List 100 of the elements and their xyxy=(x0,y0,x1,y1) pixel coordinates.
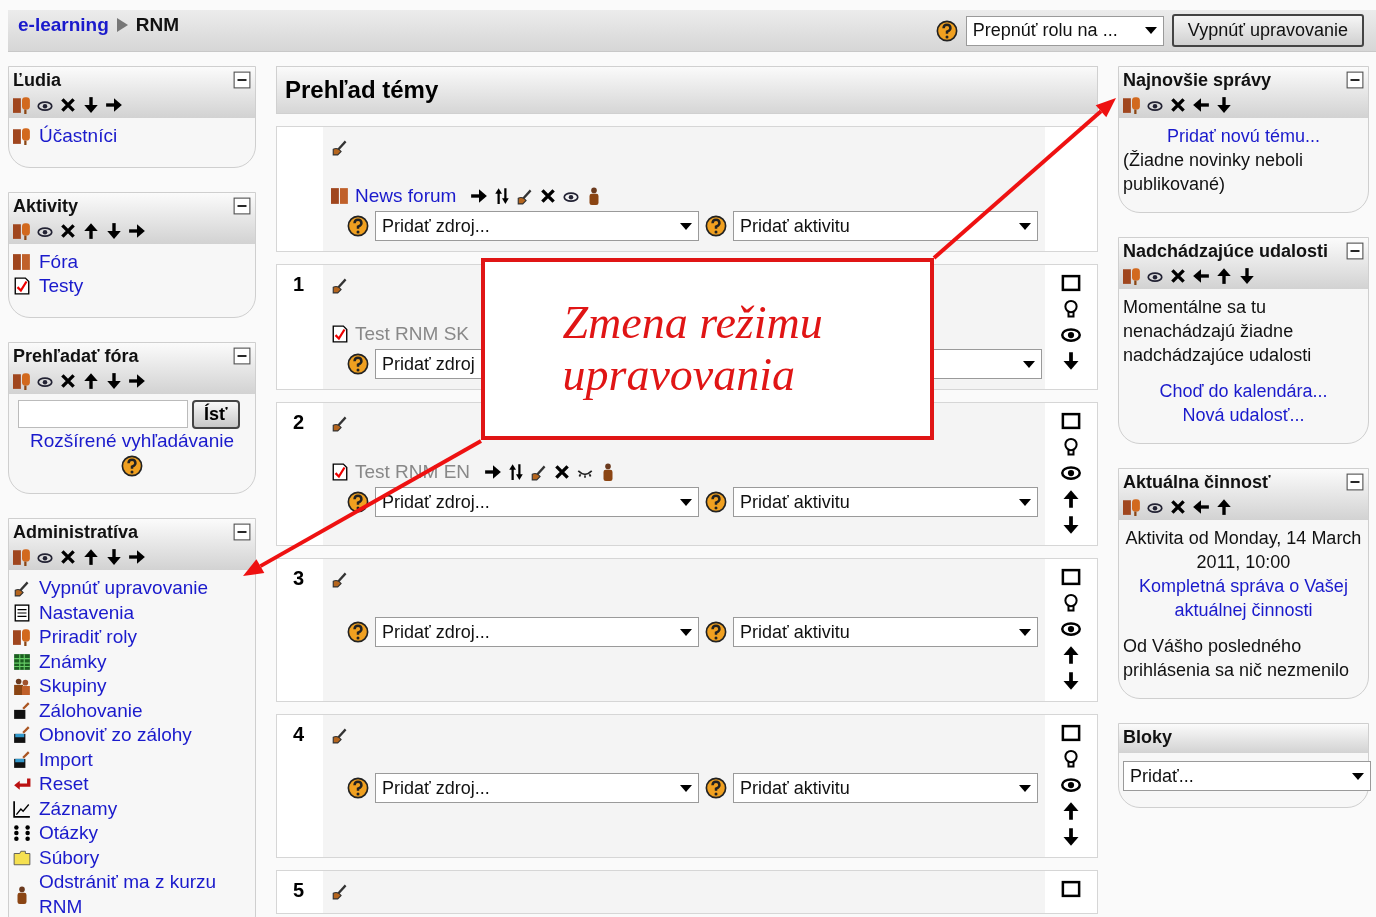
menu-link[interactable]: Otázky xyxy=(39,821,99,846)
eye-icon[interactable] xyxy=(1061,619,1081,639)
pencil-icon[interactable] xyxy=(13,579,31,598)
arrow-down-icon[interactable] xyxy=(1238,267,1256,285)
search-field[interactable] xyxy=(18,400,188,428)
help-icon[interactable] xyxy=(705,491,727,513)
search-button[interactable]: Ísť xyxy=(192,399,240,429)
people-icon[interactable] xyxy=(1123,96,1141,114)
people-icon[interactable] xyxy=(331,187,349,205)
collapse-icon[interactable] xyxy=(1346,473,1364,491)
arrow-down-icon[interactable] xyxy=(82,96,100,114)
cross-icon[interactable] xyxy=(1169,267,1187,285)
menu-link[interactable]: Záznamy xyxy=(39,796,118,821)
square-icon[interactable] xyxy=(1061,723,1081,743)
arrow-down-icon[interactable] xyxy=(1061,351,1081,371)
collapse-icon[interactable] xyxy=(1346,242,1364,260)
arrow-right-icon[interactable] xyxy=(470,187,489,205)
arrow-up-icon[interactable] xyxy=(82,548,100,566)
help-icon[interactable] xyxy=(705,777,727,799)
people-icon[interactable] xyxy=(13,252,31,271)
help-icon[interactable] xyxy=(347,491,369,513)
cross-icon[interactable] xyxy=(1169,96,1187,114)
menu-link[interactable]: Import xyxy=(39,747,93,772)
people-icon[interactable] xyxy=(1123,498,1141,516)
dropdown[interactable]: Pridať zdroj xyxy=(375,349,481,379)
collapse-icon[interactable] xyxy=(233,196,251,215)
menu-link[interactable]: Skupiny xyxy=(39,674,107,699)
collapse-icon[interactable] xyxy=(1346,71,1364,89)
arrow-up-icon[interactable] xyxy=(1061,645,1081,665)
eye-icon[interactable] xyxy=(1061,463,1081,483)
help-icon[interactable] xyxy=(121,455,143,477)
up-down-arrows-icon[interactable] xyxy=(493,187,512,205)
checked-document-icon[interactable] xyxy=(331,325,349,343)
dropdown[interactable]: Pridať zdroj... xyxy=(375,487,699,517)
dropdown[interactable]: Pridať zdroj... xyxy=(375,211,699,241)
block-link[interactable]: Kompletná správa o Vašej aktuálnej činnosti xyxy=(1123,574,1364,622)
square-icon[interactable] xyxy=(1061,273,1081,293)
box-arrow-icon[interactable] xyxy=(13,701,31,720)
line-chart-icon[interactable] xyxy=(13,799,31,818)
advanced-search-link[interactable]: Rozšírené vyhľadávanie xyxy=(13,428,251,453)
up-down-arrows-icon[interactable] xyxy=(507,463,526,481)
dropdown[interactable]: Pridať... xyxy=(1123,761,1371,791)
people-icon[interactable] xyxy=(13,628,31,647)
cross-icon[interactable] xyxy=(59,548,77,566)
pencil-icon[interactable] xyxy=(331,138,349,156)
people-icon[interactable] xyxy=(1123,267,1141,285)
people-icon[interactable] xyxy=(13,548,31,566)
cross-icon[interactable] xyxy=(1169,498,1187,516)
lightbulb-icon[interactable] xyxy=(1061,437,1081,457)
pencil-icon[interactable] xyxy=(331,414,349,432)
breadcrumb-link[interactable]: e-learning xyxy=(18,13,109,38)
cross-icon[interactable] xyxy=(553,463,572,481)
arrow-down-icon[interactable] xyxy=(105,221,123,240)
menu-link[interactable]: Vypnúť upravovanie xyxy=(39,576,209,601)
collapse-icon[interactable] xyxy=(233,71,251,89)
arrow-up-icon[interactable] xyxy=(1061,489,1081,509)
people-icon[interactable] xyxy=(13,371,31,390)
square-icon[interactable] xyxy=(1061,567,1081,587)
menu-link[interactable]: Známky xyxy=(39,649,107,674)
arrow-down-icon[interactable] xyxy=(105,548,123,566)
dropdown[interactable]: Pridať aktivitu xyxy=(733,773,1038,803)
pencil-icon[interactable] xyxy=(331,882,349,900)
cross-icon[interactable] xyxy=(59,221,77,240)
dropdown[interactable] xyxy=(934,349,1042,379)
document-icon[interactable] xyxy=(13,603,31,622)
eye-icon[interactable] xyxy=(1061,775,1081,795)
help-icon[interactable] xyxy=(347,777,369,799)
dropdown[interactable]: Pridať zdroj... xyxy=(375,773,699,803)
arrow-up-icon[interactable] xyxy=(1215,267,1233,285)
block-link[interactable]: Nová udalosť... xyxy=(1123,403,1364,427)
help-icon[interactable] xyxy=(705,621,727,643)
dropdown[interactable]: Pridať aktivitu xyxy=(733,617,1038,647)
menu-link[interactable]: Zálohovanie xyxy=(39,698,143,723)
arrow-right-icon[interactable] xyxy=(105,96,123,114)
square-icon[interactable] xyxy=(1061,411,1081,431)
arrow-left-icon[interactable] xyxy=(1192,267,1210,285)
cross-icon[interactable] xyxy=(539,187,558,205)
menu-link[interactable]: Fóra xyxy=(39,249,79,274)
dropdown[interactable]: Pridať zdroj... xyxy=(375,617,699,647)
activity-link[interactable]: News forum xyxy=(355,185,457,207)
cross-icon[interactable] xyxy=(59,96,77,114)
arrow-up-icon[interactable] xyxy=(82,371,100,390)
help-icon[interactable] xyxy=(347,621,369,643)
help-icon[interactable] xyxy=(347,353,369,375)
pencil-icon[interactable] xyxy=(331,276,349,294)
arrow-up-icon[interactable] xyxy=(1215,498,1233,516)
menu-link[interactable]: Súbory xyxy=(39,845,100,870)
arrow-right-icon[interactable] xyxy=(128,548,146,566)
menu-link[interactable]: Nastavenia xyxy=(39,600,135,625)
arrow-left-icon[interactable] xyxy=(1192,498,1210,516)
collapse-icon[interactable] xyxy=(233,346,251,365)
help-icon[interactable] xyxy=(935,19,958,42)
arrow-down-icon[interactable] xyxy=(1215,96,1233,114)
box-arrow-icon[interactable] xyxy=(13,750,31,769)
dots-icon[interactable] xyxy=(13,824,31,843)
arrow-down-icon[interactable] xyxy=(105,371,123,390)
pencil-icon[interactable] xyxy=(331,726,349,744)
cross-icon[interactable] xyxy=(59,371,77,390)
dropdown[interactable]: Pridať aktivitu xyxy=(733,211,1038,241)
people-icon[interactable] xyxy=(13,96,31,114)
